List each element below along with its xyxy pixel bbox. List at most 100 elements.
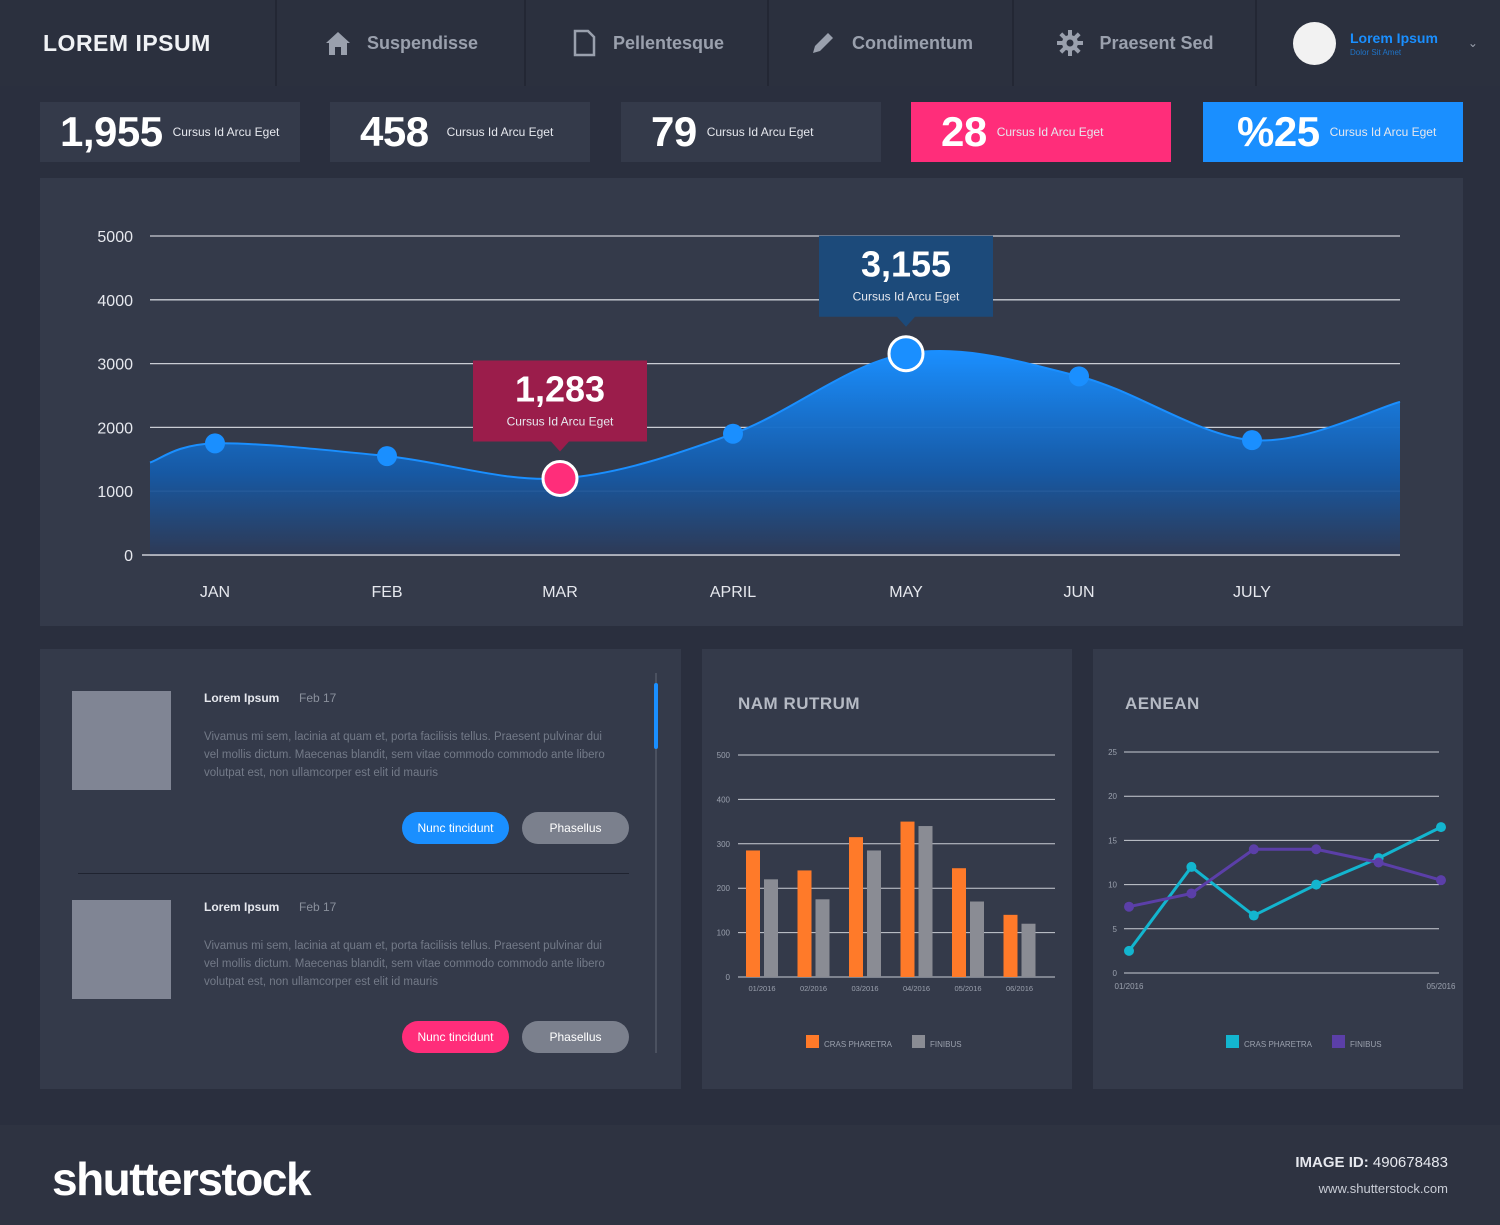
- stat-value: %25: [1237, 108, 1320, 155]
- post-thumbnail: [72, 691, 171, 790]
- nunc-tincidunt-button[interactable]: Nunc tincidunt: [402, 1021, 509, 1053]
- tooltip-label: Cursus Id Arcu Eget: [507, 414, 614, 428]
- x-tick-label: 06/2016: [1006, 984, 1033, 993]
- x-tick-label: 04/2016: [903, 984, 930, 993]
- pencil-icon: [813, 33, 833, 53]
- stat-label: Cursus Id Arcu Eget: [172, 125, 280, 139]
- chevron-down-icon[interactable]: ⌄: [1468, 36, 1478, 50]
- legend-label: CRAS PHARETRA: [824, 1040, 893, 1049]
- nunc-tincidunt-button[interactable]: Nunc tincidunt: [402, 812, 509, 844]
- x-tick-label: FEB: [371, 584, 402, 601]
- post-date: Feb 17: [299, 900, 337, 914]
- brand-logo[interactable]: LOREM IPSUM: [0, 0, 277, 86]
- x-tick-label: 05/2016: [1427, 982, 1456, 991]
- x-tick-label: 02/2016: [800, 984, 827, 993]
- data-point: [1248, 844, 1259, 855]
- data-point: [1124, 945, 1134, 956]
- footer-logo: shutterstock: [52, 1153, 312, 1205]
- nav-item-praesent-sed[interactable]: Praesent Sed: [1014, 0, 1257, 86]
- bar: [952, 868, 966, 977]
- post-title: Lorem Ipsum: [204, 900, 280, 914]
- bar: [797, 870, 812, 977]
- data-point: [1436, 822, 1446, 833]
- x-tick-label: JULY: [1233, 584, 1271, 601]
- x-tick-label: APRIL: [710, 584, 756, 601]
- document-icon: [573, 29, 596, 57]
- nav-item-pellentesque[interactable]: Pellentesque: [526, 0, 769, 86]
- line-chart: 0 5 10 15 20 25 01/2016 05/2016 CRAS PHARETRA FIN…: [1108, 748, 1456, 1049]
- stat-label: Cursus Id Arcu Eget: [1329, 125, 1437, 139]
- bar: [815, 899, 830, 977]
- x-tick-label: MAR: [542, 584, 578, 601]
- stat-card-4[interactable]: 28 Cursus Id Arcu Eget: [911, 102, 1171, 162]
- data-point: [377, 446, 397, 467]
- x-tick-label: MAY: [889, 584, 923, 601]
- stat-card-5[interactable]: %25 Cursus Id Arcu Eget: [1203, 102, 1463, 162]
- y-tick-label: 5000: [97, 229, 133, 246]
- gear-icon: [1057, 30, 1084, 56]
- y-tick-label: 400: [717, 795, 731, 804]
- nav-item-condimentum[interactable]: Condimentum: [769, 0, 1014, 86]
- y-tick-label: 0: [1113, 969, 1118, 978]
- legend-swatch: [806, 1035, 819, 1048]
- chart-tooltip: 1,283 Cursus Id Arcu Eget: [473, 360, 647, 452]
- nav-item-suspendisse[interactable]: Suspendisse: [277, 0, 526, 86]
- stat-label: Cursus Id Arcu Eget: [996, 125, 1104, 139]
- data-point-highlight: [541, 459, 579, 497]
- data-point: [1069, 366, 1089, 387]
- tooltip-value: 1,283: [515, 368, 605, 409]
- phasellus-button[interactable]: Phasellus: [522, 1021, 629, 1053]
- data-point: [1311, 844, 1322, 855]
- y-tick-label: 0: [124, 548, 133, 565]
- x-tick-label: 05/2016: [954, 984, 981, 993]
- data-point: [205, 433, 225, 454]
- y-tick-label: 15: [1108, 836, 1117, 845]
- bar-chart-panel: NAM RUTRUM 0 100 200 300 400 500 01/2016 02/201…: [702, 649, 1072, 1089]
- data-point: [1242, 430, 1262, 451]
- x-tick-label: 03/2016: [851, 984, 878, 993]
- y-tick-label: 4000: [97, 293, 133, 310]
- footer-url: www.shutterstock.com: [1318, 1181, 1448, 1196]
- post-date: Feb 17: [299, 691, 337, 705]
- stat-card-2[interactable]: 458 Cursus Id Arcu Eget: [330, 102, 590, 162]
- nav-item-label: Condimentum: [852, 32, 973, 53]
- stat-card-3[interactable]: 79 Cursus Id Arcu Eget: [621, 102, 881, 162]
- data-point: [1436, 875, 1446, 886]
- y-tick-label: 500: [717, 751, 731, 760]
- series-line: [1128, 847, 1442, 909]
- phasellus-button[interactable]: Phasellus: [522, 812, 629, 844]
- y-tick-label: 25: [1108, 748, 1117, 757]
- stat-card-1[interactable]: 1,955 Cursus Id Arcu Eget: [40, 102, 300, 162]
- user-subtitle: Dolor Sit Amet: [1350, 47, 1402, 57]
- posts-panel: Lorem Ipsum Feb 17 Vivamus mi sem, lacin…: [40, 649, 681, 1089]
- home-icon: [325, 32, 350, 55]
- post-item: Lorem Ipsum Feb 17 Vivamus mi sem, lacin…: [72, 900, 632, 1060]
- post-body: Vivamus mi sem, lacinia at quam et, port…: [204, 940, 605, 988]
- main-area-chart-panel: 0 1000 2000 3000 4000 5000 JAN FEB MAR APRIL MAY JU…: [40, 178, 1463, 626]
- scrollbar-thumb[interactable]: [654, 683, 658, 749]
- y-tick-label: 300: [717, 840, 731, 849]
- legend-swatch: [912, 1035, 925, 1048]
- bar: [918, 826, 933, 977]
- image-id: IMAGE ID: 490678483: [1295, 1154, 1448, 1171]
- legend-label: CRAS PHARETRA: [1244, 1040, 1313, 1049]
- footer: shutterstock IMAGE ID: 490678483 www.shu…: [0, 1125, 1500, 1225]
- divider: [78, 873, 629, 874]
- post-title: Lorem Ipsum: [204, 691, 280, 705]
- y-tick-label: 200: [717, 884, 731, 893]
- data-point-highlight: [887, 335, 925, 373]
- tooltip-value: 3,155: [861, 244, 951, 285]
- data-point: [1311, 879, 1322, 890]
- data-point: [1373, 857, 1384, 868]
- bar: [746, 850, 760, 977]
- tooltip-label: Cursus Id Arcu Eget: [853, 290, 960, 304]
- area-fill: [150, 351, 1400, 555]
- y-tick-label: 5: [1113, 925, 1118, 934]
- data-point: [1186, 888, 1197, 899]
- y-tick-label: 100: [717, 929, 731, 938]
- user-menu[interactable]: Lorem Ipsum Dolor Sit Amet ⌄: [1257, 0, 1500, 86]
- image-id-label: IMAGE ID:: [1295, 1154, 1369, 1171]
- chart-tooltip: 3,155 Cursus Id Arcu Eget: [819, 235, 993, 327]
- data-point: [1186, 861, 1197, 872]
- data-point: [1248, 910, 1259, 921]
